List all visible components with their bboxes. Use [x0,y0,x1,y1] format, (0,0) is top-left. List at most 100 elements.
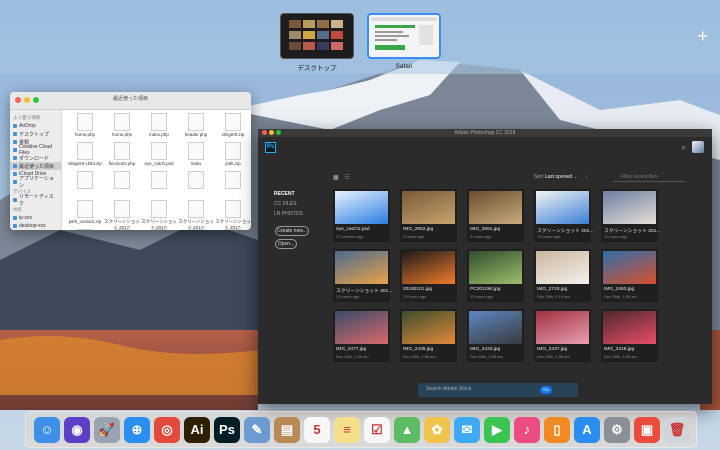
dock-finder-icon[interactable]: ☺ [34,417,60,443]
sort-dropdown[interactable]: Sort Last opened ⌄ ↓ [534,174,588,180]
sort-direction-icon[interactable]: ↓ [585,174,588,180]
photoshop-start-window[interactable]: Adobe Photoshop CC 2018 Ps ⌕ RECENT CC F… [258,129,712,404]
recent-file-tile[interactable]: IMG_2418.jpg Dec 28th, 1:56 am [601,309,658,362]
dock-launchpad-icon[interactable]: 🚀 [94,417,120,443]
recent-file-tile[interactable]: IMG_2436.jpg Dec 28th, 1:56 am [400,309,457,362]
file-date: Dec 28th, 1:56 am [470,354,503,359]
recent-file-tile[interactable]: スクリーンショット 201... 13 hours ago [333,249,392,302]
finder-file-item[interactable]: slinger8-child.zip [67,141,103,171]
sidebar-item[interactable]: desktop-xxx [10,222,61,230]
sidebar-item[interactable]: リモートディスク [10,194,61,207]
finder-window[interactable]: 最近使った項目 よく使う項目 AirDrop デスクトップ 書類 Creativ… [10,92,251,230]
recent-file-tile[interactable]: IMG_2463.jpg Dec 28th, 1:56 am [601,249,658,302]
dock-notes-icon[interactable]: ≡ [334,417,360,443]
recent-file-tile[interactable]: IMG_2851.jpg 4 hours ago [467,189,524,242]
sidebar-item[interactable]: アプリケーション [10,176,61,189]
finder-file-item[interactable]: header.php [178,112,214,142]
space-safari-thumbnail[interactable]: Safari [367,13,441,70]
dock-siri-icon[interactable]: ◉ [64,417,90,443]
nav-lr-photos[interactable]: LR PHOTOS [274,211,303,217]
filter-recent-input[interactable]: Filter recent files [613,172,685,182]
create-new-button[interactable]: Create new... [275,226,309,236]
recent-file-tile[interactable]: IMG_2433.jpg Dec 28th, 1:56 am [467,309,524,362]
finder-file-item[interactable]: home.php [104,112,140,142]
finder-file-item[interactable]: スクリーンショット 2017-12... [141,228,177,230]
dock-messages-icon[interactable]: ✉ [454,417,480,443]
sidebar-item[interactable]: ip-xxx [10,214,61,222]
finder-file-item[interactable]: eye_catch.psd [141,141,177,171]
list-view-icon[interactable]: ☰ [344,175,349,181]
sidebar-item[interactable]: デスクトップ [10,130,61,138]
recent-file-tile[interactable]: 20180101.jpg 13 hours ago [400,249,457,302]
recent-file-tile[interactable]: PC301294.jpg 13 hours ago [467,249,524,302]
finder-file-item[interactable]: index [178,141,214,171]
dock-ibooks-icon[interactable]: ▯ [544,417,570,443]
finder-file-item[interactable]: スクリーンショット 2017-12...10.39.02 [104,228,140,230]
dock-preview-icon[interactable]: ✎ [244,417,270,443]
finder-file-item[interactable] [67,228,103,230]
finder-file-item[interactable]: スクリーンショット 2017-12...10.40.22 [141,199,177,230]
desktop-icon [13,132,17,136]
adobe-stock-search-bar[interactable]: Search Adobe Stock Go [418,383,578,397]
finder-file-item[interactable]: home.php [67,112,103,142]
file-name: IMG_2418.jpg [604,347,635,352]
finder-file-item[interactable]: index.php [141,112,177,142]
dock-illustrator-icon[interactable]: Ai [184,417,210,443]
finder-file-item[interactable]: スクリーンショット 2017-12... [215,228,251,230]
photoshop-nav: RECENT CC FILES LR PHOTOS [274,191,303,221]
finder-file-item[interactable] [178,170,214,200]
sidebar-item[interactable]: Creative Cloud Files [10,144,61,156]
add-space-button[interactable]: + [697,26,708,47]
dock-contacts-icon[interactable]: ▤ [274,417,300,443]
stock-search-input[interactable]: Search Adobe Stock [426,386,471,392]
recent-file-tile[interactable]: IMG_2852.jpg 4 hours ago [400,189,457,242]
space-desktop-thumbnail[interactable]: デスクトップ [280,13,354,72]
dock-trash-icon[interactable]: 🗑 [664,417,690,443]
dock-safari-icon[interactable]: ⊕ [124,417,150,443]
finder-file-item[interactable]: スクリーンショット 2017-12...10.40.27 [104,199,140,230]
recent-file-tile[interactable]: スクリーンショット 201... 13 hours ago [534,189,593,242]
dock-system-preferences-icon[interactable]: ⚙ [604,417,630,443]
recent-file-tile[interactable]: IMG_2720.jpg Dec 28th, 2:14 am [534,249,591,302]
nav-recent[interactable]: RECENT [274,191,303,197]
finder-file-item[interactable] [141,170,177,200]
dock-photoshop-icon[interactable]: Ps [214,417,240,443]
dock-reminders-icon[interactable]: ☑ [364,417,390,443]
sidebar-item-selected[interactable]: 最近使った項目 [10,162,61,170]
finder-file-item[interactable] [215,170,251,200]
file-name: slinger8.zip [221,132,245,137]
finder-file-item[interactable]: jstrk.zip [215,141,251,171]
avatar[interactable] [692,141,704,153]
dock-chrome-icon[interactable]: ◎ [154,417,180,443]
nav-cc-files[interactable]: CC FILES [274,201,303,207]
stock-go-button[interactable]: Go [540,386,552,394]
recent-file-tile[interactable]: スクリーンショット 201... 13 hours ago [601,189,660,242]
dock-app-store-icon[interactable]: A [574,417,600,443]
file-date: Dec 28th, 1:56 am [537,354,570,359]
finder-file-item[interactable]: スクリーンショット 2017-12...10.39.05 [178,199,214,230]
dock-calendar-icon[interactable]: 5 [304,417,330,443]
finder-file-item[interactable]: スクリーンショット 2017-12...10.38.32 [215,199,251,230]
finder-file-item[interactable]: jstrk_custom.zip [67,199,103,229]
dock-itunes-icon[interactable]: ♪ [514,417,540,443]
finder-file-item[interactable] [67,170,103,200]
finder-file-item[interactable]: slinger8.zip [215,112,251,142]
sidebar-item[interactable]: AirDrop [10,122,61,130]
finder-file-item[interactable]: functions.php [104,141,140,171]
search-icon[interactable]: ⌕ [682,143,686,153]
finder-file-item[interactable]: スクリーンショット 2017-12... [178,228,214,230]
dock-maps-icon[interactable]: ▲ [394,417,420,443]
open-button[interactable]: Open... [275,239,297,249]
grid-view-icon[interactable]: ▦ [333,175,339,181]
file-thumbnail [603,311,656,344]
dock-photos-icon[interactable]: ✿ [424,417,450,443]
recent-file-tile[interactable]: IMG_2437.jpg Dec 28th, 1:56 am [534,309,591,362]
file-name: IMG_2436.jpg [403,347,434,352]
recent-file-tile[interactable]: IMG_2477.jpg Dec 28th, 1:56 am [333,309,390,362]
dock-downloads-icon[interactable]: ▣ [634,417,660,443]
recent-file-tile[interactable]: eye_catch2.psd 27 minutes ago [333,189,390,242]
documents-icon [13,140,17,144]
file-thumbnail [469,191,522,224]
dock-facetime-icon[interactable]: ▶ [484,417,510,443]
finder-file-item[interactable] [104,170,140,200]
